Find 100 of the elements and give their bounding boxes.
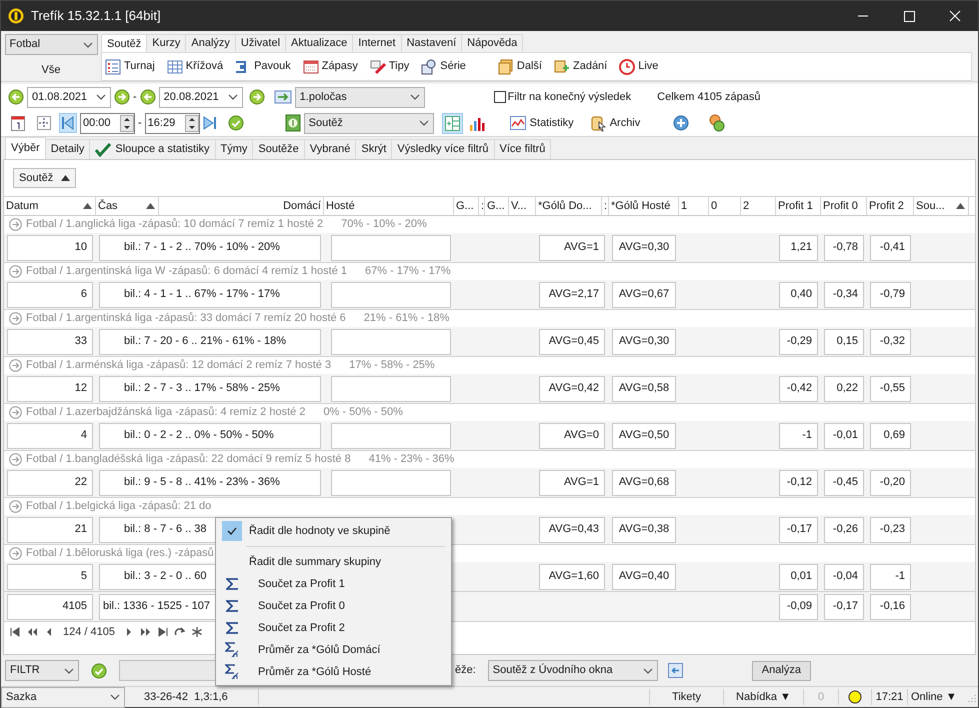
group-header: Fotbal / 1.belgická liga -zápasů: 21 do [26,499,212,514]
column-header[interactable]: 0 [709,197,741,215]
section-tab[interactable]: Soutěže [253,139,305,159]
ribbon-tab[interactable]: Kurzy [147,34,186,52]
menu-item[interactable]: Průměr za *Gólů Domácí [216,639,451,661]
average-cell: AVG=0,42 [539,376,605,402]
checkbox-label[interactable]: Filtr na konečný výsledek [508,88,632,106]
balance-cell: bil.: 9 - 5 - 8 .. 41% - 23% - 36% [99,470,321,496]
bookmaker-select[interactable]: Sazka [1,686,125,708]
average-cell: AVG=0,30 [612,328,676,354]
profit-cell: 1,21 [779,234,818,260]
section-tab[interactable]: Detaily [46,139,90,159]
ribbon-tab[interactable]: Nápověda [462,34,524,52]
section-tab[interactable]: Výsledky více filtrů [392,139,495,159]
column-header[interactable]: Datum [4,197,96,215]
offer-menu[interactable]: Nabídka ▼ [724,688,804,706]
menu-item[interactable]: Průměr za *Gólů Hosté [216,661,451,683]
column-header[interactable]: Profit 0 [821,197,867,215]
profit-cell: -0,23 [870,516,911,542]
section-tab[interactable]: Více filtrů [494,139,552,159]
balance-cell: bil.: 7 - 1 - 2 .. 70% - 10% - 20% [99,234,321,260]
section-tab[interactable]: Týmy [216,139,254,159]
clock: 17:21 [871,688,908,706]
section-tab[interactable]: Výběr [5,137,46,159]
ribbon-tab[interactable]: Nastavení [402,34,462,52]
ribbon-tab[interactable]: Soutěž [101,34,148,53]
profit-cell: -0,17 [824,594,864,620]
average-cell: AVG=0,30 [612,234,676,260]
online-menu[interactable]: Online ▼ [908,688,960,706]
toolbar-button[interactable]: Další [498,58,542,75]
date-to-field[interactable]: 20.08.2021 [158,86,243,108]
section-tab[interactable]: Skrýt [356,139,392,159]
column-header[interactable]: : [479,197,485,215]
count-cell: 4 [7,422,93,448]
window-title: Trefík 15.32.1.1 [64bit] [31,7,161,26]
section-tab[interactable]: Vybrané [304,139,356,159]
column-header[interactable]: G... [485,197,509,215]
column-header[interactable]: 1 [679,197,709,215]
average-cell: AVG=0,67 [612,282,676,308]
toolbar-button[interactable]: Tipy [370,58,410,75]
column-header[interactable]: G... [454,197,479,215]
period-select[interactable]: 1.poločas [294,86,425,108]
ribbon-tab[interactable]: Aktualizace [286,34,354,52]
column-header[interactable]: *Gólů Do... [536,197,602,215]
competition-select[interactable]: Soutěž [304,112,434,134]
column-header[interactable]: Domácí [159,197,324,215]
tickets-label[interactable]: Tikety [649,688,724,706]
column-header[interactable]: V... [509,197,536,215]
section-tab[interactable]: Sloupce a statistiky [90,139,216,159]
competition-source-select[interactable]: Soutěž z Úvodního okna [488,660,658,681]
column-header[interactable]: Profit 2 [867,197,914,215]
time-from-field[interactable]: 00:00 [80,112,135,134]
profit-cell: -1 [779,422,818,448]
sport-select[interactable]: Fotbal [4,34,98,55]
balance-cell: bil.: 7 - 20 - 6 .. 21% - 61% - 18% [99,328,321,354]
toolbar-button[interactable]: Live [619,58,658,75]
profit-cell: -0,45 [824,470,864,496]
ribbon-tab[interactable]: Internet [353,34,402,52]
profit-cell: -0,42 [779,376,818,402]
profit-cell: -0,16 [870,594,911,620]
column-header[interactable]: : [602,197,609,215]
profit-cell: -0,12 [779,470,818,496]
statistics-button[interactable]: Statistiky [510,114,574,132]
time-to-field[interactable]: 16:29 [144,112,200,134]
column-header[interactable]: Čas [96,197,159,215]
analysis-button[interactable]: Analýza [752,660,811,680]
date-from-field[interactable]: 01.08.2021 [27,86,111,108]
archive-button[interactable]: Archiv [590,114,640,132]
match-total: Celkem 4105 zápasů [657,90,761,105]
toolbar-button[interactable]: Turnaj [105,58,155,75]
toolbar-button[interactable]: Zadání [554,58,608,75]
count-cell: 4105 [7,594,93,620]
average-cell: AVG=0,58 [612,376,676,402]
group-ratio: 17% - 58% - 25% [349,358,435,374]
ribbon-tab[interactable]: Analýzy [186,34,236,52]
average-cell: AVG=0,68 [612,470,676,496]
counter: 0 [804,688,839,706]
toolbar-button[interactable]: Série [421,58,466,75]
filter-select[interactable]: FILTR [5,660,79,681]
toolbar-button[interactable]: Pavouk [235,58,291,75]
group-header: Fotbal / 1.bangladéšská liga -zápasů: 22 domácí 9 remíz 5 hosté 8 [26,452,351,468]
group-by-chip[interactable]: Soutěž [13,168,76,188]
toolbar-button[interactable]: Zápasy [302,58,358,75]
column-header[interactable]: *Gólů Hosté [609,197,679,215]
balance-cell: bil.: 2 - 7 - 3 .. 17% - 58% - 25% [99,376,321,402]
count-cell: 21 [7,516,93,542]
profit-cell: -0,34 [824,282,864,308]
average-cell: AVG=0,45 [539,328,605,354]
column-header[interactable]: Hosté [324,197,454,215]
menu-item[interactable]: Součet za Profit 2 [216,617,451,639]
profit-cell: 0,15 [824,328,864,354]
column-header[interactable]: 2 [741,197,776,215]
profit-cell: -0,04 [824,564,864,590]
range-separator: - [138,116,142,131]
column-header[interactable]: Profit 1 [776,197,821,215]
column-header[interactable]: Sou... [914,197,969,215]
ribbon-tab[interactable]: Uživatel [236,34,286,52]
toolbar-button[interactable]: Křížová [166,58,224,75]
average-cell: AVG=2,17 [539,282,605,308]
record-position: 124 / 4105 [63,624,115,640]
